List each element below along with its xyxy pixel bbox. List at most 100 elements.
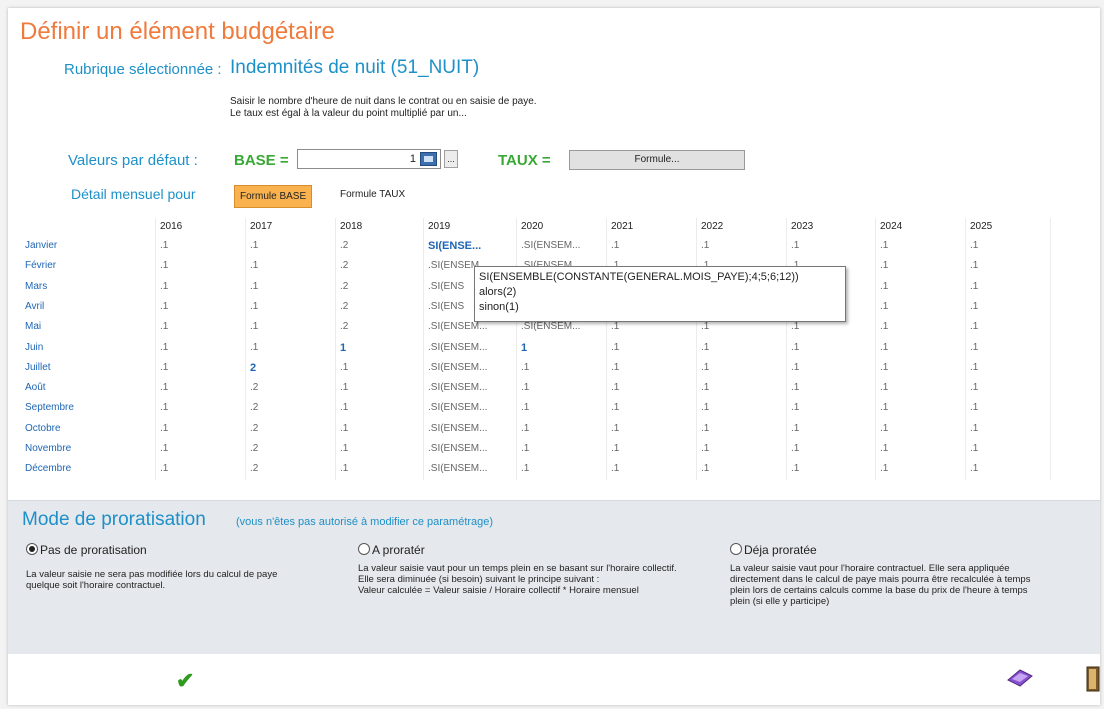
grid-cell[interactable]: .1 [250,260,258,271]
grid-cell[interactable]: .1 [160,463,168,474]
grid-cell[interactable]: .1 [880,342,888,353]
grid-cell[interactable]: .1 [250,240,258,251]
grid-cell[interactable]: .2 [250,463,258,474]
grid-cell[interactable]: .1 [611,321,619,332]
grid-cell[interactable]: .2 [250,443,258,454]
grid-cell[interactable]: .1 [340,382,348,393]
grid-cell[interactable]: .1 [340,463,348,474]
grid-cell[interactable]: .1 [970,463,978,474]
grid-cell[interactable]: .2 [340,281,348,292]
grid-cell[interactable]: .1 [701,382,709,393]
grid-cell[interactable]: .1 [880,402,888,413]
grid-cell[interactable]: .1 [701,362,709,373]
grid-cell[interactable]: .1 [521,362,529,373]
door-icon[interactable] [1086,666,1100,692]
grid-cell[interactable]: .1 [701,423,709,434]
calculator-icon[interactable] [420,152,437,166]
grid-cell[interactable]: .1 [791,402,799,413]
grid-cell[interactable]: .1 [970,443,978,454]
grid-cell[interactable]: .1 [970,321,978,332]
grid-cell[interactable]: .1 [521,423,529,434]
grid-cell[interactable]: .1 [970,260,978,271]
grid-cell[interactable]: .2 [250,423,258,434]
grid-cell[interactable]: .SI(ENS [428,281,464,292]
grid-cell[interactable]: .1 [160,301,168,312]
grid-cell[interactable]: .1 [611,382,619,393]
grid-cell[interactable]: .1 [970,240,978,251]
grid-cell[interactable]: .1 [701,240,709,251]
check-icon[interactable]: ✔ [176,668,194,694]
tab-formule-taux[interactable]: Formule TAUX [340,189,405,200]
grid-cell[interactable]: .1 [791,443,799,454]
eraser-icon[interactable] [1006,668,1034,688]
grid-cell[interactable]: .1 [701,321,709,332]
grid-cell[interactable]: .1 [880,382,888,393]
grid-cell[interactable]: .1 [970,362,978,373]
grid-cell[interactable]: .1 [521,382,529,393]
base-more-button[interactable]: ... [444,150,458,168]
grid-cell[interactable]: .1 [880,321,888,332]
grid-cell[interactable]: .1 [160,240,168,251]
grid-cell[interactable]: .1 [880,281,888,292]
grid-cell[interactable]: .1 [970,423,978,434]
grid-cell[interactable]: .1 [701,463,709,474]
grid-cell[interactable]: .1 [250,301,258,312]
grid-cell[interactable]: .1 [970,402,978,413]
grid-cell[interactable]: .1 [880,240,888,251]
grid-cell[interactable]: .1 [880,463,888,474]
grid-cell[interactable]: .1 [880,362,888,373]
grid-cell[interactable]: .SI(ENS [428,301,464,312]
grid-cell[interactable]: .SI(ENSEM... [428,443,487,454]
grid-cell[interactable]: .1 [701,443,709,454]
grid-cell[interactable]: .1 [791,362,799,373]
grid-cell[interactable]: .1 [340,443,348,454]
grid-cell[interactable]: .1 [340,423,348,434]
grid-cell[interactable]: .1 [160,342,168,353]
grid-cell[interactable]: .1 [791,342,799,353]
grid-cell[interactable]: .1 [160,382,168,393]
grid-cell[interactable]: .2 [250,402,258,413]
grid-cell[interactable]: .1 [160,260,168,271]
grid-cell[interactable]: .1 [611,362,619,373]
grid-cell[interactable]: .1 [250,321,258,332]
grid-cell[interactable]: .1 [611,240,619,251]
grid-cell[interactable]: .1 [791,463,799,474]
grid-cell[interactable]: .1 [160,443,168,454]
grid-cell[interactable]: .1 [791,382,799,393]
grid-cell[interactable]: .1 [250,342,258,353]
grid-cell[interactable]: .1 [880,423,888,434]
grid-cell[interactable]: .1 [611,342,619,353]
grid-cell[interactable]: .1 [701,342,709,353]
grid-cell[interactable]: .1 [521,443,529,454]
radio-deja-proratee[interactable]: Déja proratée [730,543,817,557]
grid-cell[interactable]: .1 [970,301,978,312]
grid-cell[interactable]: .1 [611,423,619,434]
grid-cell[interactable]: .2 [340,240,348,251]
grid-cell[interactable]: .1 [701,402,709,413]
grid-cell[interactable]: .1 [340,402,348,413]
grid-cell[interactable]: .2 [340,301,348,312]
grid-cell[interactable]: 1 [521,342,527,354]
grid-cell[interactable]: .1 [160,362,168,373]
formule-button[interactable]: Formule... [569,150,745,170]
grid-cell[interactable]: .1 [970,342,978,353]
grid-cell[interactable]: .1 [611,443,619,454]
grid-cell[interactable]: .1 [160,402,168,413]
grid-cell[interactable]: .1 [791,321,799,332]
grid-cell[interactable]: .1 [880,260,888,271]
grid-cell[interactable]: .1 [611,463,619,474]
grid-cell[interactable]: 2 [250,362,256,374]
grid-cell[interactable]: .2 [340,321,348,332]
tab-formule-base[interactable]: Formule BASE [234,185,313,208]
grid-cell[interactable]: .1 [340,362,348,373]
grid-cell[interactable]: .SI(ENSEM... [428,463,487,474]
grid-cell[interactable]: .1 [970,281,978,292]
grid-cell[interactable]: .SI(ENSEM... [428,321,487,332]
grid-cell[interactable]: .SI(ENSEM... [428,342,487,353]
grid-cell[interactable]: .1 [970,382,978,393]
grid-cell[interactable]: .1 [250,281,258,292]
grid-cell[interactable]: .SI(ENSEM... [428,402,487,413]
grid-cell[interactable]: .1 [611,402,619,413]
radio-a-proratiser[interactable]: A proratér [358,543,425,557]
grid-cell[interactable]: .2 [250,382,258,393]
